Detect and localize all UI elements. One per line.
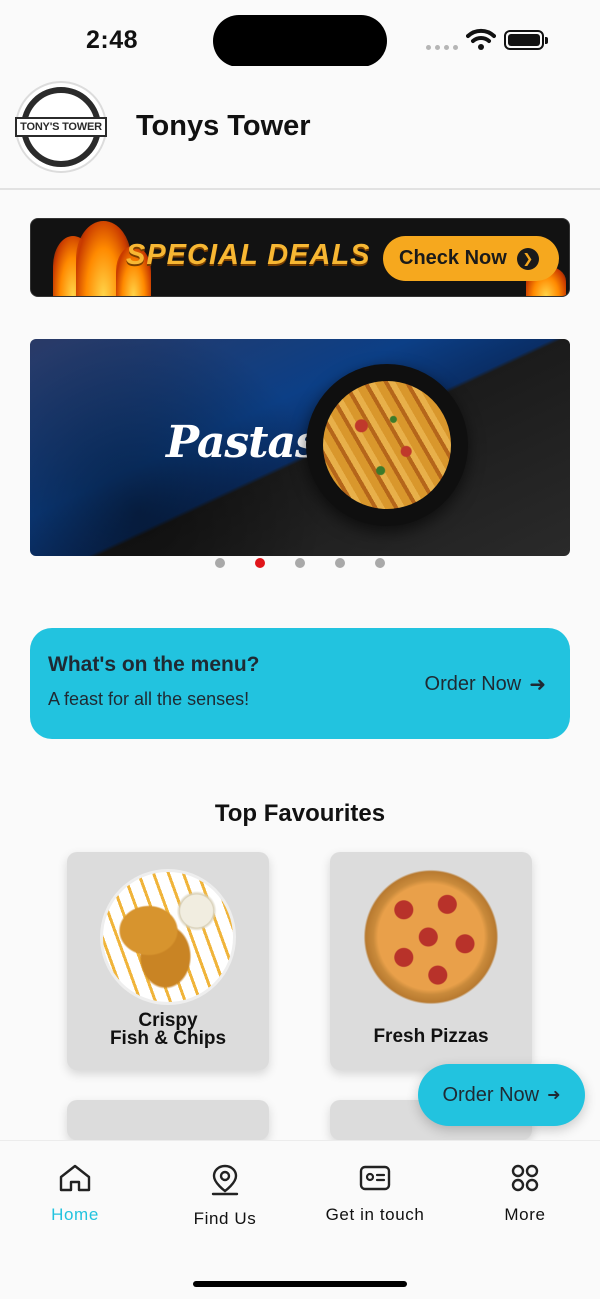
- special-deals-text: SPECIAL DEALS: [126, 239, 371, 271]
- nav-label: Find Us: [193, 1209, 257, 1228]
- bottom-nav: Home Find Us Get in touch More: [0, 1140, 600, 1299]
- carousel-dot[interactable]: [215, 558, 225, 568]
- cellular-signal-icon: [426, 45, 458, 50]
- carousel-dot[interactable]: [375, 558, 385, 568]
- nav-label: Get in touch: [325, 1205, 425, 1224]
- carousel-dot[interactable]: [295, 558, 305, 568]
- carousel-dot-active[interactable]: [255, 558, 265, 568]
- order-now-link[interactable]: Order Now ➜: [425, 672, 546, 697]
- arrow-right-icon: ➜: [547, 1087, 561, 1104]
- favourite-label-line2: Fish & Chips: [109, 1028, 227, 1049]
- order-now-fab[interactable]: Order Now ➜: [418, 1064, 585, 1126]
- location-pin-icon: [211, 1164, 239, 1196]
- special-deals-banner[interactable]: SPECIAL DEALS Check Now ❯: [30, 218, 570, 297]
- home-indicator[interactable]: [193, 1281, 407, 1287]
- battery-icon: [504, 30, 544, 50]
- arrow-right-icon: ➜: [529, 674, 546, 696]
- fab-label: Order Now: [442, 1083, 540, 1106]
- menu-card[interactable]: What's on the menu? A feast for all the …: [30, 628, 570, 739]
- favourite-card-fish-chips[interactable]: Crispy Fish & Chips: [67, 852, 269, 1070]
- carousel-slide-label: Pastas: [166, 417, 320, 468]
- contact-card-icon: [359, 1165, 391, 1191]
- favourite-card-pizzas[interactable]: Fresh Pizzas: [330, 852, 532, 1070]
- nav-item-more[interactable]: More: [450, 1163, 600, 1225]
- pizza-image: [363, 869, 499, 1005]
- nav-label: Home: [51, 1205, 99, 1224]
- nav-item-home[interactable]: Home: [0, 1163, 150, 1225]
- nav-item-find-us[interactable]: Find Us: [150, 1163, 300, 1229]
- grid-icon: [511, 1164, 539, 1192]
- page-title: Tonys Tower: [136, 110, 311, 142]
- app-header: TONY'S TOWER Tonys Tower: [0, 66, 600, 190]
- home-icon: [59, 1164, 91, 1192]
- favourite-card[interactable]: [67, 1100, 269, 1140]
- dynamic-island: [213, 15, 387, 67]
- section-title: Top Favourites: [214, 800, 386, 827]
- wifi-icon: [466, 28, 496, 50]
- order-now-label: Order Now: [424, 673, 522, 695]
- carousel-dot[interactable]: [335, 558, 345, 568]
- carousel-pagination: [0, 558, 600, 568]
- menu-card-title: What's on the menu?: [48, 653, 260, 676]
- favourite-label: Fresh Pizzas: [373, 1026, 489, 1047]
- nav-label: More: [504, 1205, 546, 1224]
- logo-text: TONY'S TOWER: [15, 117, 107, 137]
- nav-item-get-in-touch[interactable]: Get in touch: [300, 1163, 450, 1225]
- fish-and-chips-image: [100, 869, 236, 1005]
- status-time: 2:48: [86, 26, 139, 54]
- menu-card-subtitle: A feast for all the senses!: [48, 689, 250, 709]
- chevron-right-icon: ❯: [516, 247, 539, 270]
- pasta-plate-image: [306, 364, 468, 526]
- promo-carousel[interactable]: Pastas: [30, 339, 570, 556]
- check-now-label: Check Now: [399, 247, 507, 269]
- restaurant-logo[interactable]: TONY'S TOWER: [15, 81, 107, 173]
- check-now-button[interactable]: Check Now ❯: [383, 236, 559, 281]
- status-bar: 2:48: [0, 0, 600, 67]
